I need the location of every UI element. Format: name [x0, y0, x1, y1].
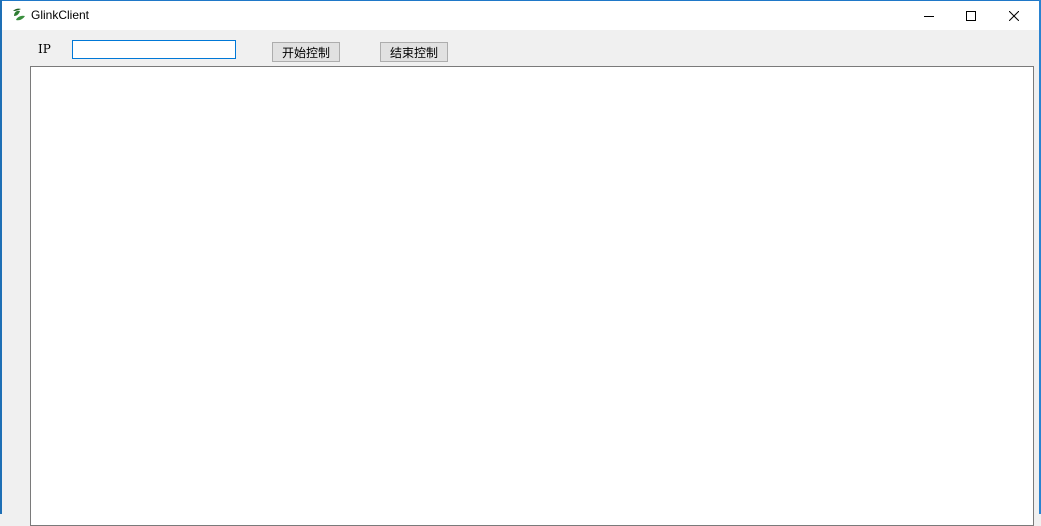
title-bar[interactable]: GlinkClient — [2, 1, 1039, 30]
minimize-button[interactable] — [906, 1, 951, 30]
stop-control-button[interactable]: 结束控制 — [380, 42, 448, 62]
glinkclient-window: GlinkClient IP 开始控制 结束控制 — [2, 0, 1039, 526]
close-button[interactable] — [991, 1, 1036, 30]
window-title: GlinkClient — [31, 8, 90, 22]
maximize-icon — [965, 6, 976, 25]
start-control-button[interactable]: 开始控制 — [272, 42, 340, 62]
remote-display-area[interactable] — [30, 66, 1034, 526]
ip-label: IP — [38, 42, 51, 56]
minimize-icon — [923, 6, 934, 25]
maximize-button[interactable] — [948, 1, 993, 30]
app-icon — [11, 7, 27, 23]
ip-input[interactable] — [72, 40, 236, 59]
close-icon — [1008, 6, 1019, 25]
